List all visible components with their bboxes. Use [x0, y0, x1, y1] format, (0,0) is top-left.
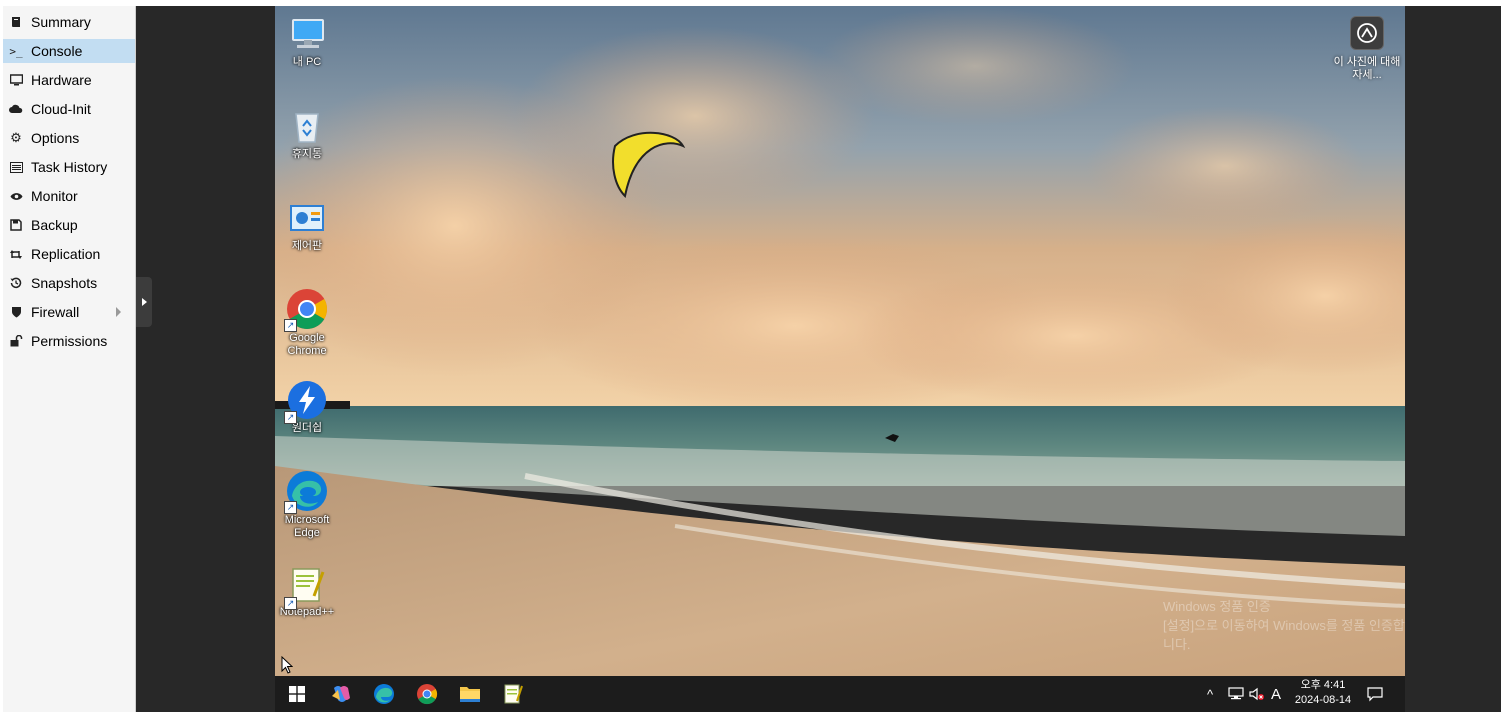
notepadpp-icon	[504, 684, 523, 704]
taskbar-clock[interactable]: 오후 4:41 2024-08-14	[1287, 678, 1359, 708]
sidebar-item-cloud-init[interactable]: Cloud-Init	[3, 97, 135, 121]
shortcut-arrow-icon: ↗	[284, 597, 297, 610]
book-icon	[9, 16, 23, 28]
sidebar-item-label: Replication	[31, 246, 101, 262]
sidebar-item-label: Summary	[31, 14, 91, 30]
unlock-icon	[9, 335, 23, 347]
clock-date: 2024-08-14	[1294, 694, 1352, 706]
desktop-icon-my-pc[interactable]: 내 PC	[275, 14, 342, 69]
taskbar-copilot[interactable]	[325, 680, 357, 708]
sidebar-item-label: Monitor	[31, 188, 78, 204]
sidebar-item-backup[interactable]: Backup	[3, 213, 135, 237]
desktop-icon-control-panel[interactable]: 제어판	[275, 198, 342, 253]
taskbar-edge[interactable]	[368, 680, 400, 708]
sidebar-item-monitor[interactable]: Monitor	[3, 184, 135, 208]
shortcut-arrow-icon: ↗	[284, 319, 297, 332]
sidebar-item-label: Cloud-Init	[31, 101, 91, 117]
taskbar-file-explorer[interactable]	[454, 680, 486, 708]
computer-icon	[292, 19, 324, 48]
sidebar-item-console[interactable]: >_ Console	[3, 39, 135, 63]
sidebar-item-hardware[interactable]: Hardware	[3, 68, 135, 92]
mouse-cursor-icon	[281, 656, 293, 674]
edge-icon	[374, 684, 394, 704]
desktop-icon-wondershare[interactable]: ↗ 원더쉽	[275, 380, 342, 435]
cloud-icon	[9, 104, 23, 114]
list-icon	[9, 161, 23, 173]
sidebar-item-label: Console	[31, 43, 83, 59]
sidebar-collapse-handle[interactable]	[136, 277, 152, 327]
eye-icon	[9, 192, 23, 201]
activation-watermark: Windows 정품 인증 [설정]으로 이동하여 Windows를 정품 인증…	[1163, 599, 1405, 652]
sidebar-item-permissions[interactable]: Permissions	[3, 329, 135, 353]
folder-icon	[460, 687, 480, 702]
sidebar-item-label: Task History	[31, 159, 108, 175]
sidebar-item-label: Options	[31, 130, 80, 146]
input-indicator[interactable]: A	[1271, 676, 1281, 712]
sidebar-item-label: Backup	[31, 217, 78, 233]
network-wired-icon	[1228, 687, 1244, 700]
sidebar-item-label: Hardware	[31, 72, 92, 88]
sidebar-item-label: Firewall	[31, 304, 80, 320]
sidebar-item-task-history[interactable]: Task History	[3, 155, 135, 179]
control-panel-icon	[290, 205, 324, 231]
desktop-wallpaper	[275, 6, 1405, 676]
desktop-icon-recycle-bin[interactable]: 휴지통	[275, 106, 342, 161]
spotlight-learn-more[interactable]: 이 사진에 대해 자세...	[1330, 16, 1404, 82]
notification-icon	[1367, 687, 1383, 702]
camera-info-icon	[1350, 16, 1384, 50]
volume-muted-icon	[1249, 687, 1264, 701]
taskbar-chrome[interactable]	[411, 680, 443, 708]
gear-icon: ⚙	[10, 130, 22, 145]
terminal-icon: >_	[9, 44, 23, 58]
notification-center-button[interactable]	[1367, 676, 1383, 712]
chrome-icon	[417, 684, 438, 705]
show-hidden-icons-button[interactable]: ^	[1207, 676, 1213, 712]
volume-control[interactable]	[1249, 676, 1265, 712]
taskbar-notepadpp[interactable]	[497, 680, 529, 708]
monitor-icon	[9, 74, 23, 86]
copilot-icon	[332, 686, 350, 702]
desktop-icon-notepadpp[interactable]: ↗ Notepad++	[275, 566, 342, 619]
vm-screen[interactable]: 내 PC 휴지통 제어판 ↗ Google Chrome ↗ 원더쉽 ↗ Mic…	[275, 6, 1405, 712]
history-icon	[9, 277, 23, 289]
chevron-right-icon	[141, 298, 147, 306]
sidebar-item-summary[interactable]: Summary	[3, 10, 135, 34]
desktop-icon-google-chrome[interactable]: ↗ Google Chrome	[275, 288, 342, 358]
windows-logo-icon	[289, 686, 305, 702]
taskbar: ^ A 오후 4:41 2024-08-14	[275, 676, 1405, 712]
recycle-bin-icon	[295, 113, 319, 143]
sidebar-item-label: Permissions	[31, 333, 108, 349]
sidebar-item-snapshots[interactable]: Snapshots	[3, 271, 135, 295]
shield-icon	[9, 306, 23, 318]
desktop-icon-microsoft-edge[interactable]: ↗ Microsoft Edge	[275, 470, 342, 540]
sidebar-item-firewall[interactable]: Firewall	[3, 300, 135, 324]
sidebar-item-replication[interactable]: Replication	[3, 242, 135, 266]
expand-arrow-icon[interactable]	[116, 307, 121, 317]
chevron-up-icon: ^	[1207, 686, 1214, 702]
shortcut-arrow-icon: ↗	[284, 411, 297, 424]
start-button[interactable]	[281, 680, 313, 708]
clock-time: 오후 4:41	[1300, 679, 1346, 691]
network-status[interactable]	[1228, 676, 1244, 712]
floppy-icon	[9, 219, 23, 231]
sidebar-item-options[interactable]: ⚙ Options	[3, 126, 135, 150]
shortcut-arrow-icon: ↗	[284, 501, 297, 514]
vm-sidebar: Summary >_ Console Hardware Cloud-Init ⚙…	[3, 6, 136, 712]
retweet-icon	[9, 249, 23, 260]
sidebar-item-label: Snapshots	[31, 275, 98, 291]
